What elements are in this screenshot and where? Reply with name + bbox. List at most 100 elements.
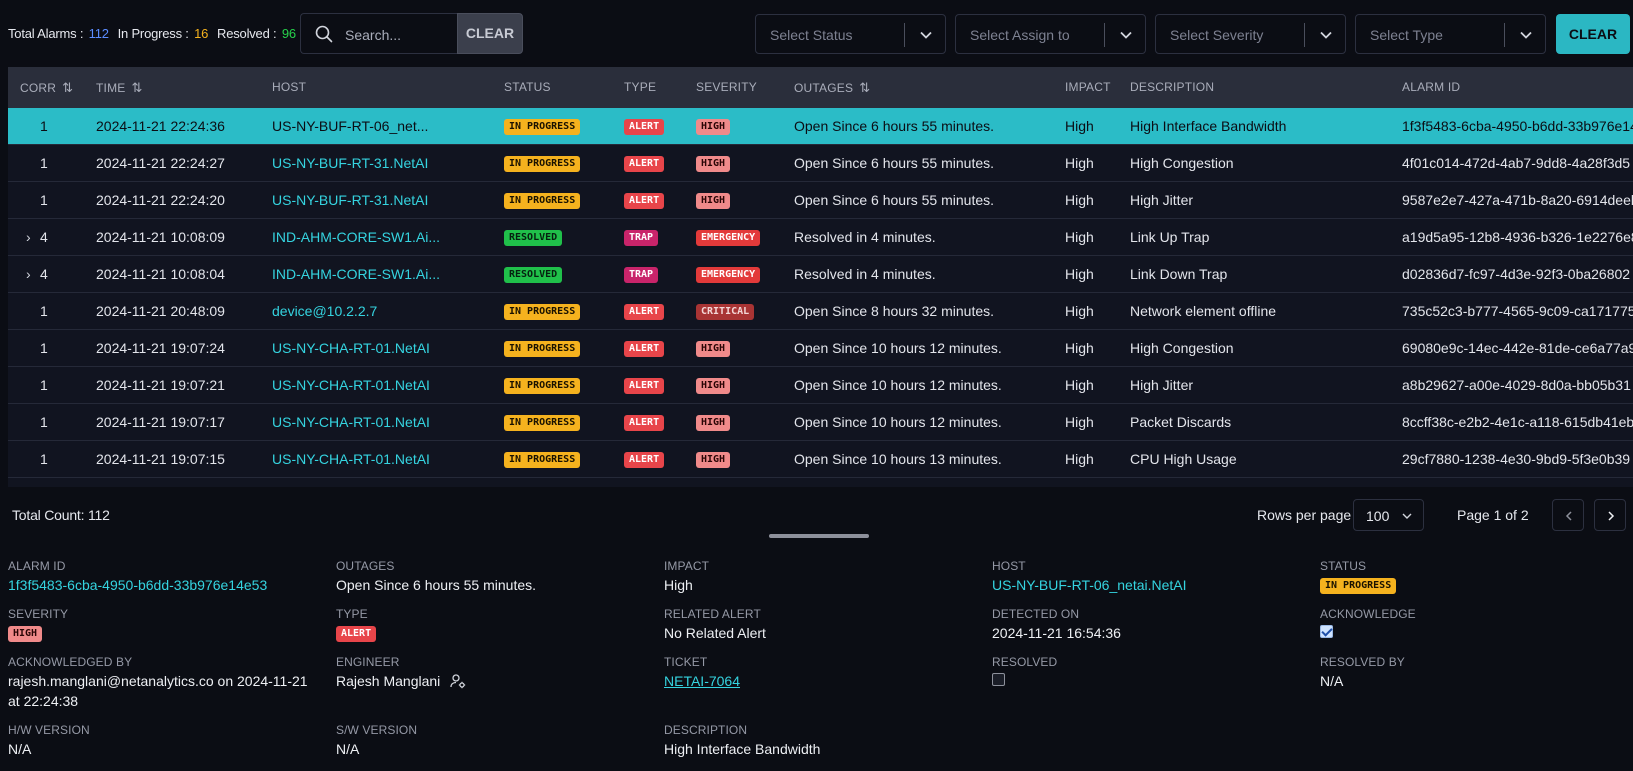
- cell-alarm-id: d02836d7-fc97-4d3e-92f3-0ba26802: [1402, 266, 1631, 282]
- table-row[interactable]: 1 2024-11-21 19:07:21 US-NY-CHA-RT-01.NetA…: [8, 367, 1633, 404]
- cell-time: 2024-11-21 19:07:15: [96, 451, 225, 467]
- detail-sw-version-value: N/A: [336, 741, 360, 757]
- cell-description: High Congestion: [1130, 340, 1234, 356]
- table-row[interactable]: 1 2024-11-21 19:07:24 US-NY-CHA-RT-01.NetA…: [8, 330, 1633, 367]
- status-filter-value: Select Status: [770, 27, 853, 43]
- cell-host[interactable]: US-NY-CHA-RT-01.NetAI: [272, 404, 430, 441]
- detail-label: IMPACT: [664, 559, 710, 573]
- sort-icon: ⇅: [62, 80, 74, 95]
- severity-badge: HIGH: [696, 415, 731, 432]
- cell-description: High Congestion: [1130, 155, 1234, 171]
- status-badge: IN PROGRESS: [504, 415, 581, 432]
- table-row[interactable]: 1 2024-11-21 20:48:09 device@10.2.2.7 IN PR…: [8, 293, 1633, 330]
- cell-severity: EMERGENCY: [696, 219, 761, 256]
- cell-impact: High: [1065, 340, 1094, 356]
- column-header-status[interactable]: STATUS: [504, 67, 551, 108]
- cell-status: IN PROGRESS: [504, 367, 581, 404]
- status-filter-select[interactable]: Select Status: [755, 14, 946, 54]
- severity-badge: HIGH: [696, 452, 731, 469]
- column-header-corr[interactable]: CORR ⇅: [20, 67, 73, 108]
- cell-host[interactable]: IND-AHM-CORE-SW1.Ai...: [272, 256, 440, 293]
- total-alarms-count: 112: [88, 26, 109, 41]
- cell-alarm-id: 29cf7880-1238-4e30-9bd9-5f3e0b39: [1402, 451, 1631, 467]
- cell-corr: 1: [40, 118, 48, 134]
- cell-alarm-id: 735c52c3-b777-4565-9c09-ca171775: [1402, 303, 1633, 319]
- next-page-button[interactable]: [1594, 499, 1626, 531]
- chevron-left-icon: [1565, 511, 1572, 521]
- search-clear-button[interactable]: CLEAR: [457, 13, 523, 54]
- column-header-description[interactable]: DESCRIPTION: [1130, 67, 1214, 108]
- cell-corr: 1: [40, 414, 48, 430]
- cell-impact: High: [1065, 266, 1094, 282]
- cell-type: ALERT: [624, 330, 665, 367]
- cell-corr: 4: [40, 266, 48, 282]
- detail-alarm-id-value[interactable]: 1f3f5483-6cba-4950-b6dd-33b976e14e53: [8, 575, 267, 595]
- detail-label: RELATED ALERT: [664, 607, 761, 621]
- resolved-checkbox[interactable]: [992, 673, 1005, 686]
- acknowledge-checkbox[interactable]: [1320, 625, 1333, 638]
- select-divider: [1304, 23, 1305, 47]
- resize-handle[interactable]: [769, 534, 869, 538]
- in-progress-count: 16: [194, 26, 209, 41]
- table-row[interactable]: 1 2024-11-21 22:24:36 US-NY-BUF-RT-06_net.…: [8, 108, 1633, 145]
- cell-host[interactable]: US-NY-CHA-RT-01.NetAI: [272, 441, 430, 478]
- column-header-time[interactable]: TIME ⇅: [96, 67, 143, 108]
- cell-impact: High: [1065, 229, 1094, 245]
- status-badge: IN PROGRESS: [504, 452, 581, 469]
- column-header-outages[interactable]: OUTAGES ⇅: [794, 67, 870, 108]
- cell-outages: Open Since 6 hours 55 minutes.: [794, 118, 995, 134]
- expand-chevron-icon[interactable]: ›: [26, 256, 31, 293]
- detail-label: TYPE: [336, 607, 368, 621]
- table-row[interactable]: 1 2024-11-21 19:07:17 US-NY-CHA-RT-01.NetA…: [8, 404, 1633, 441]
- select-divider: [1504, 23, 1505, 47]
- column-header-alarm-id[interactable]: ALARM ID: [1402, 67, 1460, 108]
- cell-type: TRAP: [624, 219, 659, 256]
- cell-severity: HIGH: [696, 441, 731, 478]
- detail-label: ALARM ID: [8, 559, 66, 573]
- type-badge: ALERT: [336, 626, 377, 643]
- cell-time: 2024-11-21 19:07:21: [96, 377, 225, 393]
- toolbar: Total Alarms : 112 In Progress : 16 Reso…: [0, 0, 1633, 68]
- cell-host[interactable]: US-NY-BUF-RT-06_net...: [272, 108, 428, 145]
- column-header-impact[interactable]: IMPACT: [1065, 67, 1111, 108]
- table-row[interactable]: 1 2024-11-21 22:24:27 US-NY-BUF-RT-31.NetA…: [8, 145, 1633, 182]
- cell-host[interactable]: IND-AHM-CORE-SW1.Ai...: [272, 219, 440, 256]
- cell-status: RESOLVED: [504, 219, 563, 256]
- type-filter-select[interactable]: Select Type: [1355, 14, 1546, 54]
- expand-chevron-icon[interactable]: ›: [26, 219, 31, 256]
- detail-hw-version-value: N/A: [8, 741, 32, 757]
- column-header-type[interactable]: TYPE: [624, 67, 656, 108]
- cell-severity: HIGH: [696, 330, 731, 367]
- prev-page-button[interactable]: [1552, 499, 1584, 531]
- filters-clear-button[interactable]: CLEAR: [1556, 14, 1630, 54]
- column-header-host[interactable]: HOST: [272, 67, 306, 108]
- detail-outages: OUTAGES Open Since 6 hours 55 minutes.: [336, 559, 536, 595]
- assign-user-icon[interactable]: [450, 673, 466, 689]
- table-row[interactable]: 1 2024-11-21 22:24:20 US-NY-BUF-RT-31.NetA…: [8, 182, 1633, 219]
- column-header-severity[interactable]: SEVERITY: [696, 67, 757, 108]
- search-input[interactable]: Search...: [300, 13, 458, 54]
- cell-host[interactable]: US-NY-CHA-RT-01.NetAI: [272, 367, 430, 404]
- table-row[interactable]: › 4 2024-11-21 10:08:09 IND-AHM-CORE-SW1.Ai…: [8, 219, 1633, 256]
- cell-severity: EMERGENCY: [696, 256, 761, 293]
- cell-status: IN PROGRESS: [504, 441, 581, 478]
- ticket-link[interactable]: NETAI-7064: [664, 671, 740, 691]
- detail-label: H/W VERSION: [8, 723, 90, 737]
- cell-host[interactable]: device@10.2.2.7: [272, 293, 377, 330]
- cell-alarm-id: a8b29627-a00e-4029-8d0a-bb05b31: [1402, 377, 1631, 393]
- cell-impact: High: [1065, 303, 1094, 319]
- table-row[interactable]: › 4 2024-11-21 10:08:04 IND-AHM-CORE-SW1.Ai…: [8, 256, 1633, 293]
- cell-host[interactable]: US-NY-CHA-RT-01.NetAI: [272, 330, 430, 367]
- cell-outages: Open Since 10 hours 13 minutes.: [794, 451, 1002, 467]
- rows-per-page-select[interactable]: 100: [1353, 499, 1424, 531]
- cell-host[interactable]: US-NY-BUF-RT-31.NetAI: [272, 182, 428, 219]
- type-badge: ALERT: [624, 378, 665, 395]
- cell-corr: 1: [40, 155, 48, 171]
- severity-filter-select[interactable]: Select Severity: [1155, 14, 1346, 54]
- detail-host-value[interactable]: US-NY-BUF-RT-06_netai.NetAI: [992, 575, 1187, 595]
- table-row[interactable]: 1 2024-11-21 19:07:15 US-NY-CHA-RT-01.NetA…: [8, 441, 1633, 478]
- sort-icon: ⇅: [131, 80, 143, 95]
- detail-resolved-by: RESOLVED BY N/A: [1320, 655, 1405, 691]
- assign-filter-select[interactable]: Select Assign to: [955, 14, 1146, 54]
- cell-host[interactable]: US-NY-BUF-RT-31.NetAI: [272, 145, 428, 182]
